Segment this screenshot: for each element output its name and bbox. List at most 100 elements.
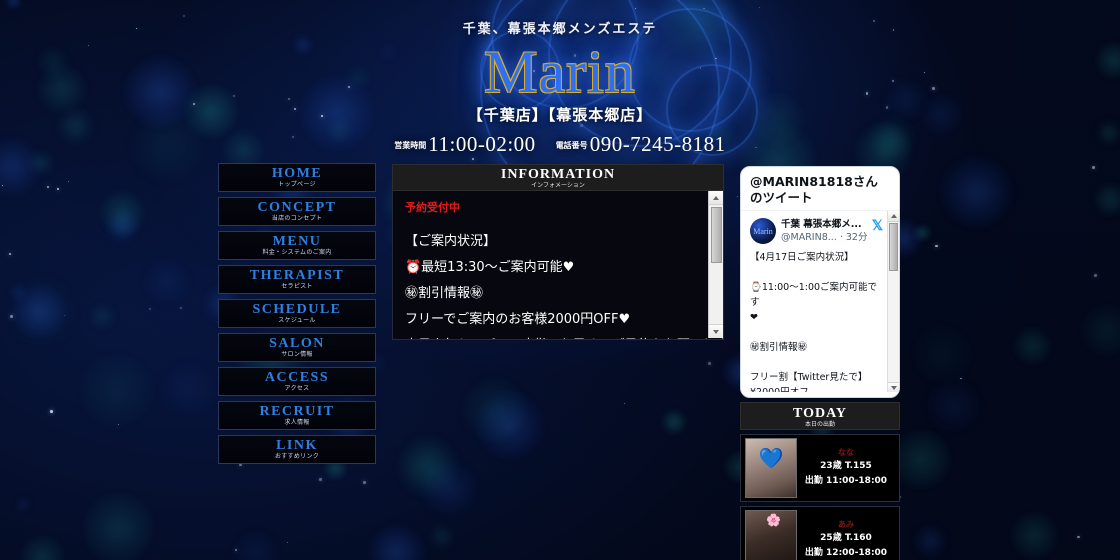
bokeh-dot: [142, 256, 192, 306]
twitter-timeline-widget: @MARIN81818さんのツイート Marin 千葉 幕張本郷メ... @MA…: [740, 166, 900, 398]
star-dot: [737, 196, 738, 197]
bokeh-dot: [16, 498, 30, 512]
sidebar-item-concept[interactable]: CONCEPT当店のコンセプト: [218, 197, 376, 226]
sidebar-item-home[interactable]: HOMEトップページ: [218, 163, 376, 192]
information-line: ㊙割引情報㊙: [405, 281, 705, 307]
star-dot: [64, 315, 66, 317]
star-dot: [1094, 274, 1097, 277]
star-dot: [319, 478, 322, 481]
information-header: INFORMATION インフォメーション: [392, 164, 724, 191]
star-dot: [1092, 166, 1095, 169]
star-dot: [287, 542, 288, 543]
information-line: フリーでご案内のお客様2000円OFF♥: [405, 307, 705, 333]
cast-age-height: 25歳 T.160: [797, 531, 895, 546]
sidebar-item-access[interactable]: ACCESSアクセス: [218, 367, 376, 396]
cast-info: あみ25歳 T.160出勤 12:00-18:00: [797, 519, 895, 560]
sidebar-item-label-en: ACCESS: [265, 370, 329, 385]
star-dot: [235, 549, 237, 551]
bokeh-dot: [940, 155, 1013, 228]
information-line: 本日人気セラピスト出勤♥お早めのご予約をお願いします♥: [405, 333, 705, 340]
photo-mask-icon: 🌸: [766, 510, 781, 530]
twitter-scroll-down-button[interactable]: [888, 382, 899, 392]
sidebar-item-label-ja: 料金・システムのご案内: [262, 249, 331, 257]
twitter-scrollbar[interactable]: [887, 211, 899, 392]
sidebar-item-label-ja: 求人情報: [284, 419, 309, 427]
star-dot: [149, 308, 151, 310]
reservation-status: 予約受付中: [405, 199, 705, 215]
cast-name: なな: [797, 447, 895, 459]
photo-mask-icon: 💙: [759, 449, 784, 469]
phone-label: 電話番号: [556, 141, 588, 150]
sidebar-item-link[interactable]: LINKおすすめリンク: [218, 435, 376, 464]
information-body: 予約受付中 【ご案内状況】⏰最短13:30〜ご案内可能♥㊙割引情報㊙フリーでご案…: [392, 191, 724, 340]
site-logo: Marin: [0, 41, 1120, 103]
star-dot: [118, 424, 119, 425]
hours-value: 11:00-02:00: [428, 132, 535, 156]
bokeh-dot: [11, 283, 69, 341]
information-scrollbar[interactable]: [708, 191, 723, 338]
sidebar-item-label-en: MENU: [273, 234, 322, 249]
cast-photo[interactable]: 🌸: [745, 510, 797, 560]
bokeh-dot: [77, 351, 156, 430]
sidebar-item-label-ja: 当店のコンセプト: [272, 215, 322, 223]
twitter-scroll-up-button[interactable]: [888, 211, 899, 222]
star-dot: [47, 186, 49, 188]
bokeh-dot: [432, 527, 451, 546]
cast-shift: 出勤 12:00-18:00: [797, 546, 895, 560]
star-dot: [1077, 536, 1080, 539]
site-header: 千葉、幕張本郷メンズエステ Marin 【千葉店】【幕張本郷店】 営業時間11:…: [0, 0, 1120, 150]
sidebar-item-menu[interactable]: MENU料金・システムのご案内: [218, 231, 376, 260]
bokeh-dot: [8, 282, 29, 303]
author-handle: @MARIN8... · 32分: [781, 231, 867, 244]
star-dot: [708, 362, 711, 365]
phone-value[interactable]: 090-7245-8181: [590, 132, 726, 156]
cast-info: なな23歳 T.155出勤 11:00-18:00: [797, 447, 895, 489]
bokeh-dot: [99, 190, 146, 237]
sidebar-item-label-en: SCHEDULE: [252, 302, 341, 317]
bokeh-dot: [232, 529, 280, 560]
today-header: TODAY 本日の出勤: [740, 402, 900, 430]
bokeh-dot: [158, 358, 220, 420]
information-lines: 【ご案内状況】⏰最短13:30〜ご案内可能♥㊙割引情報㊙フリーでご案内のお客様2…: [405, 229, 705, 340]
cast-card[interactable]: 🌸 あみ25歳 T.160出勤 12:00-18:00: [740, 506, 900, 560]
bokeh-dot: [367, 523, 426, 560]
x-logo-icon[interactable]: 𝕏: [872, 218, 883, 232]
cast-photo[interactable]: 💙: [745, 438, 797, 498]
bokeh-dot: [90, 304, 115, 329]
sidebar-item-salon[interactable]: SALONサロン情報: [218, 333, 376, 362]
avatar[interactable]: Marin: [750, 218, 776, 244]
bokeh-dot: [19, 534, 67, 560]
sidebar-item-label-en: CONCEPT: [258, 200, 337, 215]
information-title-ja: インフォメーション: [393, 182, 723, 190]
information-line: ⏰最短13:30〜ご案内可能♥: [405, 255, 705, 281]
sidebar-item-recruit[interactable]: RECRUIT求人情報: [218, 401, 376, 430]
star-dot: [50, 410, 53, 413]
sidebar-item-therapist[interactable]: THERAPISTセラピスト: [218, 265, 376, 294]
information-title-en: INFORMATION: [393, 167, 723, 182]
sidebar-item-label-ja: サロン情報: [281, 351, 313, 359]
information-line: 【ご案内状況】: [405, 229, 705, 255]
author-name[interactable]: 千葉 幕張本郷メ...: [781, 218, 867, 231]
bokeh-dot: [1013, 326, 1052, 365]
sidebar-item-label-en: LINK: [276, 438, 318, 453]
bokeh-dot: [910, 322, 974, 386]
twitter-widget-title[interactable]: @MARIN81818さんのツイート: [741, 167, 899, 210]
tweet-item[interactable]: Marin 千葉 幕張本郷メ... @MARIN8... · 32分 𝕏 【4月…: [741, 211, 899, 392]
twitter-scroll-thumb[interactable]: [889, 223, 898, 271]
bokeh-dot: [661, 409, 687, 435]
hours-label: 営業時間: [394, 141, 426, 150]
bokeh-dot: [4, 275, 78, 349]
star-dot: [2, 185, 3, 186]
bokeh-dot: [913, 524, 947, 558]
tweet-author: 千葉 幕張本郷メ... @MARIN8... · 32分: [781, 218, 867, 244]
star-dot: [57, 188, 59, 190]
scroll-down-button[interactable]: [709, 324, 723, 338]
cast-card[interactable]: 💙 なな23歳 T.155出勤 11:00-18:00: [740, 434, 900, 502]
scroll-thumb[interactable]: [711, 207, 722, 263]
bokeh-dot: [1093, 182, 1120, 217]
information-scroll-content: 予約受付中 【ご案内状況】⏰最短13:30〜ご案内可能♥㊙割引情報㊙フリーでご案…: [393, 191, 723, 340]
today-panel: TODAY 本日の出勤 💙 なな23歳 T.155出勤 11:00-18:00 🌸 あ…: [740, 402, 900, 560]
scroll-up-button[interactable]: [709, 191, 723, 205]
sidebar-item-schedule[interactable]: SCHEDULEスケジュール: [218, 299, 376, 328]
star-dot: [180, 307, 182, 309]
